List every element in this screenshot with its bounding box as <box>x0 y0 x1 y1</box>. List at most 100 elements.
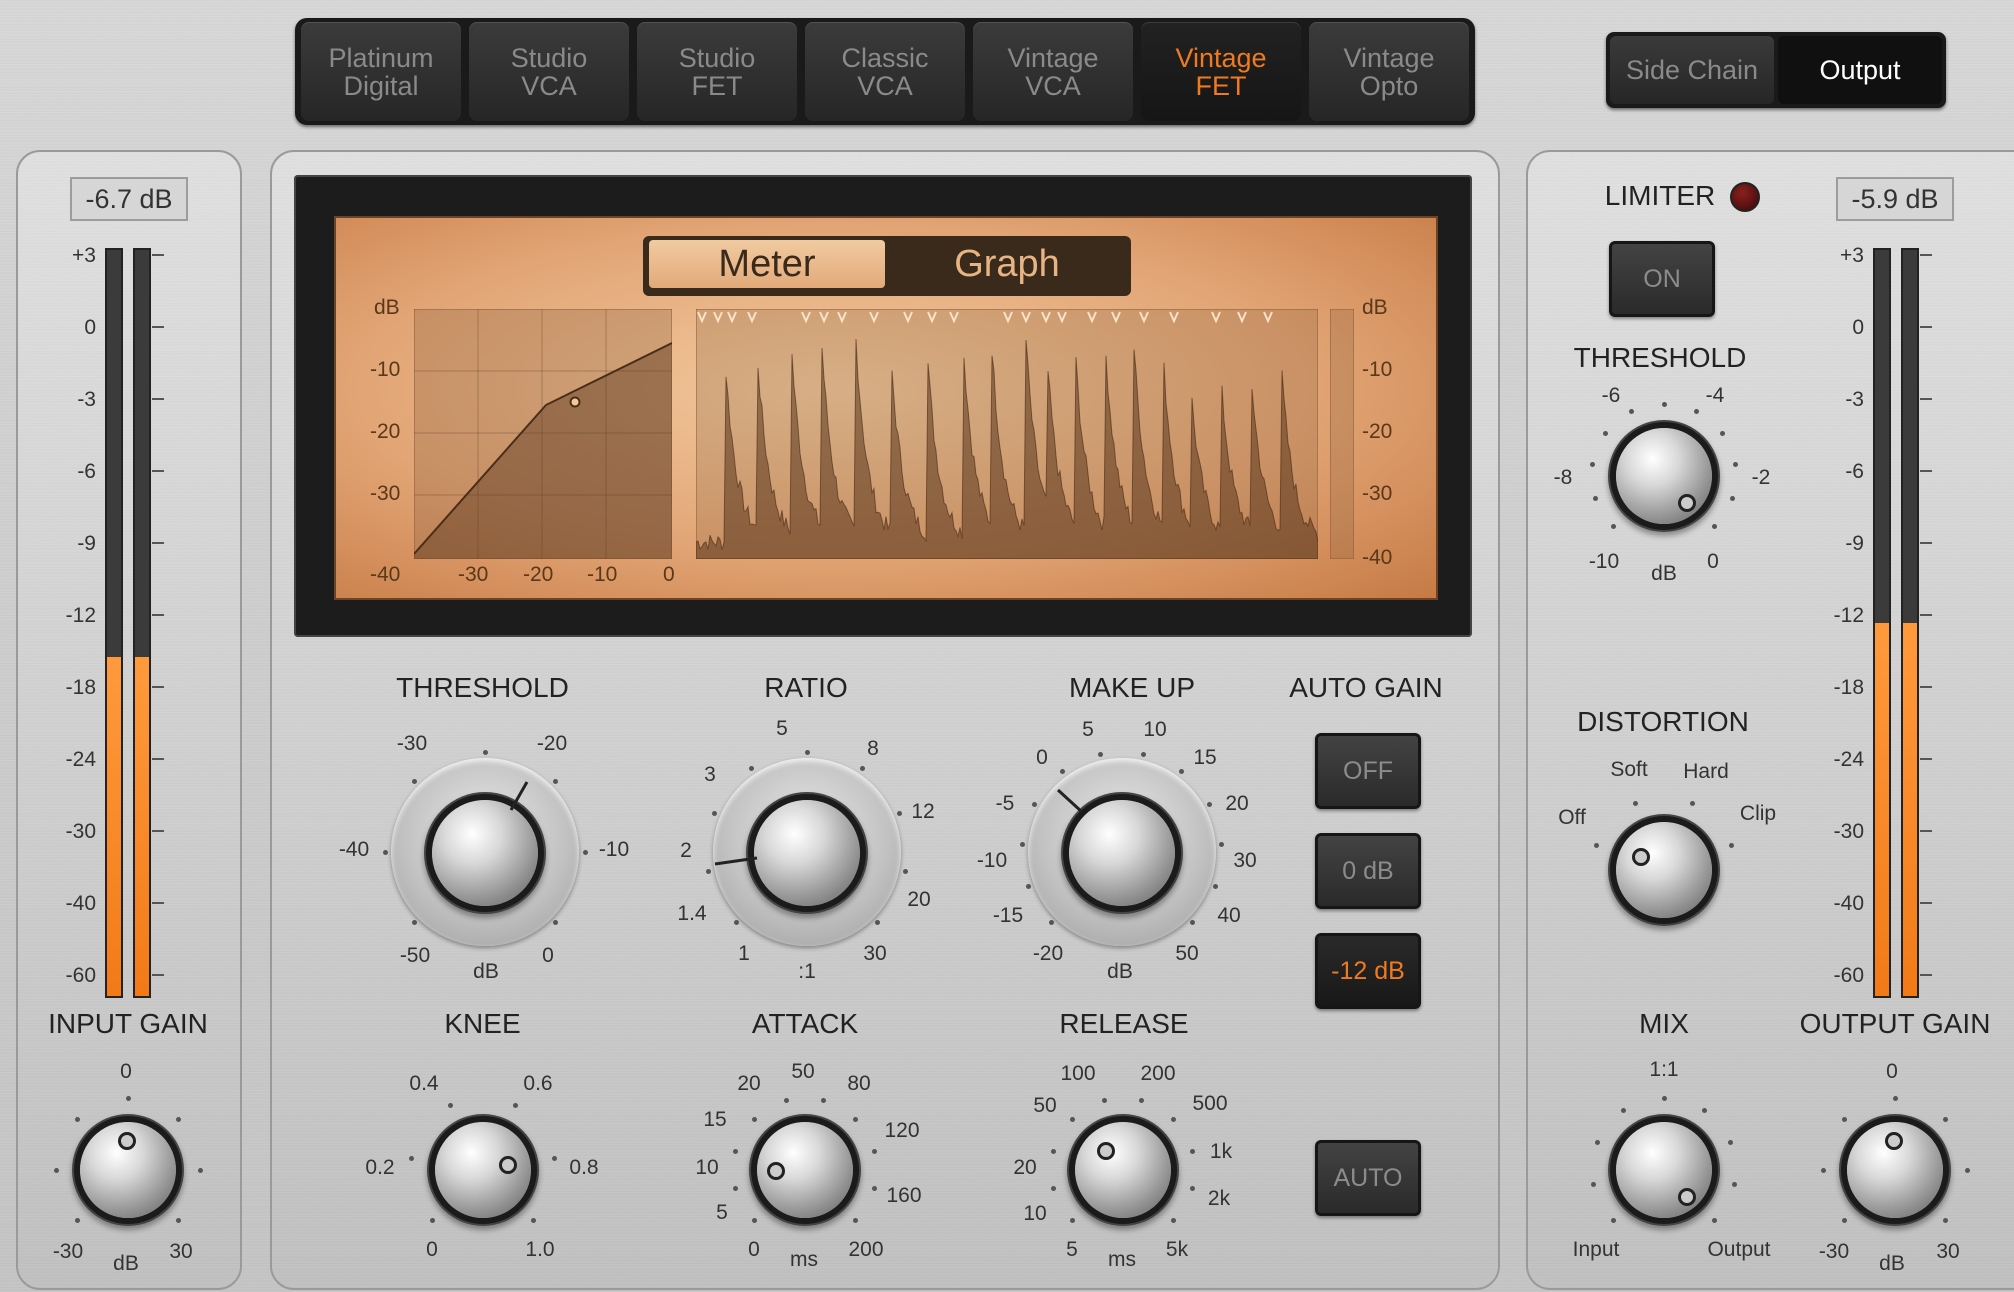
attack-tick: 5 <box>716 1201 728 1224</box>
attack-tick: 15 <box>703 1108 727 1131</box>
model-vintage-vca[interactable]: Vintage VCA <box>973 22 1133 121</box>
input-meter-right <box>133 248 151 998</box>
mix-tick: 1:1 <box>1649 1058 1679 1081</box>
makeup-tick: 10 <box>1143 718 1167 741</box>
makeup-label: MAKE UP <box>1068 672 1196 703</box>
meter-tick <box>152 254 164 256</box>
meter-tick <box>152 758 164 760</box>
meter-tick <box>152 398 164 400</box>
strip-tick: -20 <box>1362 420 1393 443</box>
meter-scale-label: -40 <box>65 892 96 915</box>
attack-tick: 120 <box>884 1119 920 1142</box>
release-knob[interactable] <box>1075 1122 1171 1218</box>
knob-scale-dot <box>411 920 417 926</box>
knob-scale-dot <box>1031 801 1037 807</box>
meter-tick <box>152 614 164 616</box>
model-studio-fet[interactable]: Studio FET <box>637 22 797 121</box>
curve-x-tick: 0 <box>663 563 675 586</box>
attack-tick: 200 <box>848 1238 884 1261</box>
release-tick: 10 <box>1023 1202 1047 1225</box>
model-classic-vca[interactable]: Classic VCA <box>805 22 965 121</box>
knob-scale-dot <box>732 1148 738 1154</box>
model-studio-vca[interactable]: Studio VCA <box>469 22 629 121</box>
knob-scale-dot <box>482 749 488 755</box>
meter-scale-label: -9 <box>77 532 96 555</box>
distortion-tick: Hard <box>1683 760 1729 783</box>
output-meter-left <box>1873 248 1891 998</box>
mix-knob[interactable] <box>1616 1122 1712 1218</box>
meter-scale-label: -12 <box>65 604 96 627</box>
knob-scale-dot <box>1140 751 1146 757</box>
attack-tick: 50 <box>791 1060 815 1083</box>
limiter-threshold-knob[interactable] <box>1616 428 1712 524</box>
knee-tick: 1.0 <box>525 1238 555 1261</box>
view-selector: Side Chain Output <box>1606 32 1946 108</box>
distortion-label: DISTORTION <box>1577 706 1749 737</box>
model-platinum-digital[interactable]: Platinum Digital <box>301 22 461 121</box>
distortion-tick: Soft <box>1610 758 1648 781</box>
makeup-tick: 50 <box>1175 942 1199 965</box>
input-gain-knob[interactable] <box>80 1122 176 1218</box>
ratio-tick: 1 <box>738 942 750 965</box>
limiter-threshold-label: THRESHOLD <box>1573 342 1747 373</box>
auto-gain-minus12-button[interactable]: -12 dB <box>1315 933 1421 1009</box>
knob-indicator <box>1678 494 1696 512</box>
release-tick: 5 <box>1066 1238 1078 1261</box>
attack-knob[interactable] <box>757 1122 853 1218</box>
release-label: RELEASE <box>1059 1008 1189 1039</box>
model-vintage-opto[interactable]: Vintage Opto <box>1309 22 1469 121</box>
curve-y-tick: -10 <box>370 358 401 381</box>
knob-indicator <box>1632 848 1650 866</box>
release-tick: 5k <box>1165 1238 1189 1261</box>
attack-tick: 0 <box>748 1238 760 1261</box>
model-vintage-fet[interactable]: Vintage FET <box>1141 22 1301 121</box>
knob-scale-dot <box>1048 920 1054 926</box>
strip-tick: -40 <box>1362 546 1393 569</box>
curve-y-tick: -30 <box>370 482 401 505</box>
knob-scale-dot <box>1190 1148 1196 1154</box>
knob-scale-dot <box>1594 1139 1600 1145</box>
output-gain-label: OUTPUT GAIN <box>1799 1008 1991 1039</box>
release-tick: 1k <box>1209 1140 1233 1163</box>
gain-reduction-graph <box>696 309 1318 559</box>
meter-tick <box>1920 470 1932 472</box>
input-panel <box>16 150 242 1290</box>
meter-tab[interactable]: Meter <box>649 240 885 288</box>
release-tick: 20 <box>1013 1156 1037 1179</box>
graph-tab[interactable]: Graph <box>889 240 1125 288</box>
meter-tick <box>152 902 164 904</box>
knob-scale-dot <box>1661 1095 1667 1101</box>
limiter-threshold-tick: -6 <box>1601 384 1621 407</box>
knee-knob[interactable] <box>435 1122 531 1218</box>
output-level-readout: -5.9 dB <box>1836 177 1954 221</box>
knob-indicator <box>499 1156 517 1174</box>
knob-scale-dot <box>902 869 908 874</box>
auto-gain-0db-button[interactable]: 0 dB <box>1315 833 1421 909</box>
input-gain-label: INPUT GAIN <box>48 1008 208 1039</box>
knob-scale-dot <box>1892 1095 1898 1101</box>
input-gain-tick: 30 <box>169 1240 193 1263</box>
side-chain-button[interactable]: Side Chain <box>1610 36 1774 104</box>
meter-tick <box>1920 686 1932 688</box>
knob-scale-dot <box>582 849 588 855</box>
mix-label: MIX <box>1639 1008 1689 1039</box>
release-auto-button[interactable]: AUTO <box>1315 1140 1421 1216</box>
limiter-label: LIMITER <box>1604 180 1716 211</box>
release-tick: 200 <box>1140 1062 1176 1085</box>
knob-scale-dot <box>1661 401 1667 407</box>
meter-scale-label: -24 <box>65 748 96 771</box>
meter-tick <box>152 542 164 544</box>
knob-scale-dot <box>1732 1181 1738 1187</box>
limiter-on-button[interactable]: ON <box>1609 241 1715 317</box>
distortion-knob[interactable] <box>1616 822 1712 918</box>
knee-tick: 0.2 <box>365 1156 395 1179</box>
output-button[interactable]: Output <box>1778 36 1942 104</box>
curve-y-tick: -40 <box>370 563 401 586</box>
meter-scale-label: 0 <box>84 316 96 339</box>
auto-gain-off-button[interactable]: OFF <box>1315 733 1421 809</box>
knob-scale-dot <box>1732 462 1738 468</box>
threshold-label: THRESHOLD <box>396 672 569 703</box>
input-level-readout: -6.7 dB <box>70 177 188 221</box>
attack-label: ATTACK <box>751 1008 859 1039</box>
output-gain-knob[interactable] <box>1847 1122 1943 1218</box>
